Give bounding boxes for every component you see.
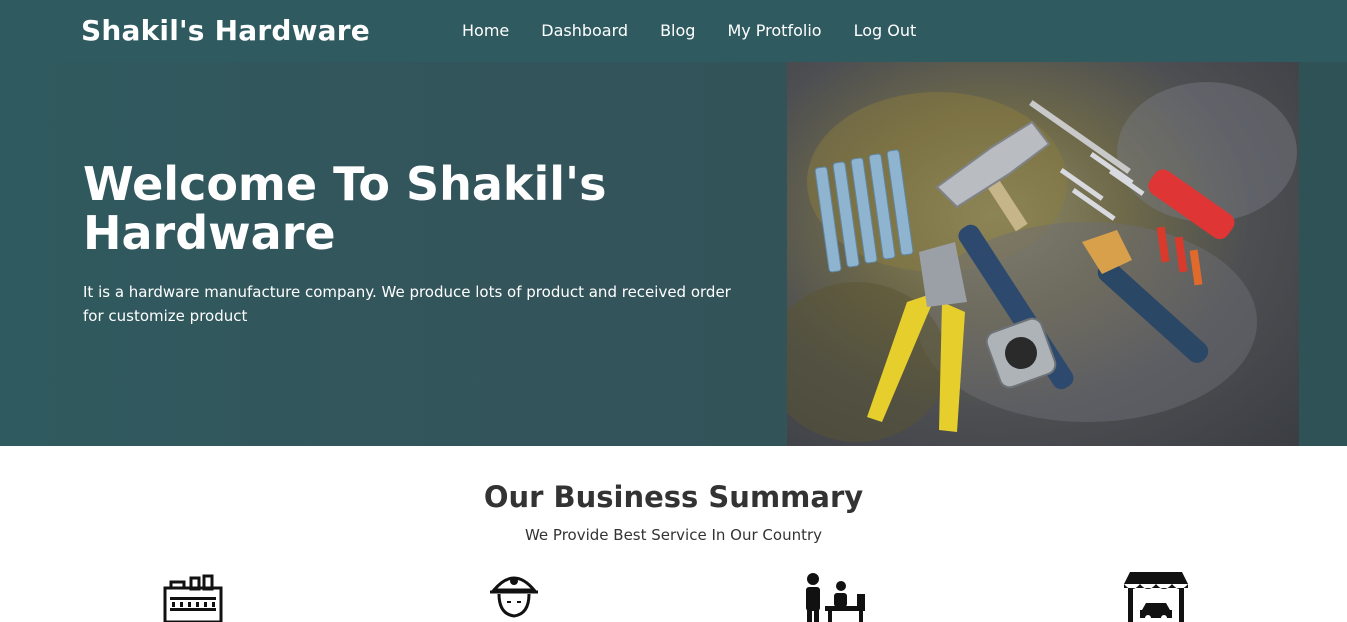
summary-subtitle: We Provide Best Service In Our Country bbox=[524, 526, 823, 544]
shop-icon bbox=[1124, 570, 1188, 622]
nav-link-dashboard[interactable]: Dashboard bbox=[541, 21, 628, 40]
nav-link-logout[interactable]: Log Out bbox=[854, 21, 917, 40]
factory-icon bbox=[162, 570, 226, 622]
hero-banner: Welcome To Shakil's Hardware It is a har… bbox=[0, 62, 1347, 446]
nav-link-blog[interactable]: Blog bbox=[660, 21, 695, 40]
nav-link-portfolio[interactable]: My Protfolio bbox=[727, 21, 821, 40]
hardware-tools-image bbox=[787, 62, 1299, 446]
summary-title: Our Business Summary bbox=[483, 480, 864, 514]
hero-description: It is a hardware manufacture company. We… bbox=[83, 283, 731, 325]
worker-icon bbox=[482, 570, 546, 622]
nav-link-home[interactable]: Home bbox=[462, 21, 509, 40]
hero-title: Welcome To Shakil's Hardware bbox=[83, 157, 607, 260]
navbar: Shakil's Hardware Home Dashboard Blog My… bbox=[0, 0, 1347, 62]
nav-links: Home Dashboard Blog My Protfolio Log Out bbox=[462, 21, 916, 40]
customers-icon bbox=[801, 570, 865, 622]
brand-logo[interactable]: Shakil's Hardware bbox=[81, 14, 370, 47]
tools-illustration bbox=[787, 82, 1297, 442]
